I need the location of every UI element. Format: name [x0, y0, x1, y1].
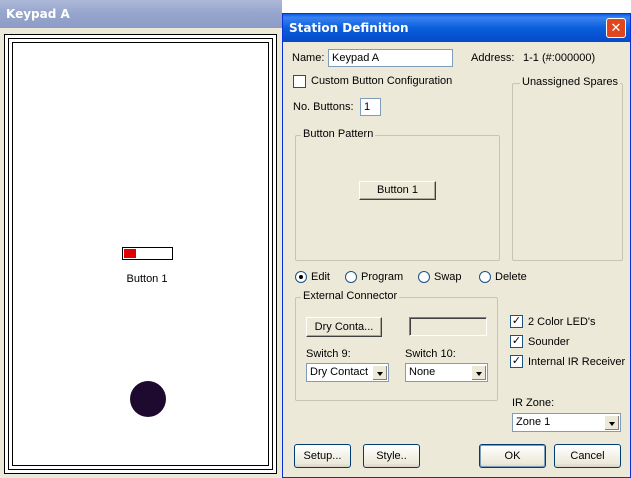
name-input[interactable]: Keypad A	[328, 49, 453, 67]
chevron-down-icon[interactable]	[604, 415, 619, 430]
switch10-label: Switch 10:	[405, 348, 456, 360]
close-icon[interactable]: ✕	[606, 18, 626, 38]
address-label: Address:	[471, 52, 515, 64]
mode-label-delete: Delete	[495, 271, 527, 283]
ir-zone-label: IR Zone:	[512, 397, 555, 409]
mode-label-edit: Edit	[311, 271, 330, 283]
pattern-button-1[interactable]: Button 1	[359, 181, 436, 200]
button-pattern-title: Button Pattern	[301, 128, 376, 140]
mode-radio-swap[interactable]	[418, 271, 430, 283]
style-button[interactable]: Style..	[363, 444, 420, 468]
switch10-value: None	[409, 366, 436, 378]
ir-zone-value: Zone 1	[516, 416, 551, 428]
custom-config-label: Custom Button Configuration	[311, 75, 453, 87]
mode-label-swap: Swap	[434, 271, 462, 283]
mode-label-program: Program	[361, 271, 404, 283]
switch10-select[interactable]: None	[405, 363, 488, 382]
chevron-down-icon[interactable]	[471, 365, 486, 380]
unassigned-spares-title: Unassigned Spares	[520, 76, 621, 88]
switch9-select[interactable]: Dry Contact	[306, 363, 389, 382]
custom-config-checkbox[interactable]	[293, 75, 306, 88]
name-label: Name:	[292, 52, 325, 64]
setup-button[interactable]: Setup...	[294, 444, 351, 468]
led-indicator-icon	[124, 249, 136, 258]
ir-sensor-icon	[130, 381, 166, 417]
unassigned-spares-group	[512, 83, 623, 261]
num-buttons-input[interactable]: 1	[360, 98, 381, 116]
keypad-window: Keypad A Button 1	[0, 0, 282, 478]
dry-contact-button[interactable]: Dry Conta...	[306, 317, 382, 337]
cancel-button[interactable]: Cancel	[554, 444, 621, 468]
internal-ir-checkbox[interactable]: ✓	[510, 355, 523, 368]
switch9-value: Dry Contact	[310, 366, 369, 378]
switch9-label: Switch 9:	[306, 348, 351, 360]
station-definition-dialog: Station Definition ✕ Name: Keypad A Addr…	[282, 13, 631, 478]
keypad-button-label: Button 1	[126, 273, 168, 285]
ir-zone-select[interactable]: Zone 1	[512, 413, 621, 432]
two-color-leds-label: 2 Color LED's	[528, 316, 596, 328]
chevron-down-icon[interactable]	[372, 365, 387, 380]
sounder-label: Sounder	[528, 336, 570, 348]
external-connector-title: External Connector	[301, 290, 400, 302]
internal-ir-label: Internal IR Receiver	[528, 356, 626, 368]
num-buttons-label: No. Buttons:	[293, 101, 354, 113]
sounder-checkbox[interactable]: ✓	[510, 335, 523, 348]
address-value: 1-1 (#:000000)	[523, 52, 596, 64]
keypad-faceplate: Button 1	[4, 34, 277, 474]
mode-radio-edit[interactable]	[295, 271, 307, 283]
two-color-leds-checkbox[interactable]: ✓	[510, 315, 523, 328]
mode-radio-program[interactable]	[345, 271, 357, 283]
dialog-title[interactable]: Station Definition	[283, 14, 630, 42]
keypad-window-title[interactable]: Keypad A	[0, 0, 282, 28]
mode-radio-delete[interactable]	[479, 271, 491, 283]
color-swatch	[409, 317, 487, 336]
keypad-button-1[interactable]	[122, 247, 173, 260]
ok-button[interactable]: OK	[479, 444, 546, 468]
